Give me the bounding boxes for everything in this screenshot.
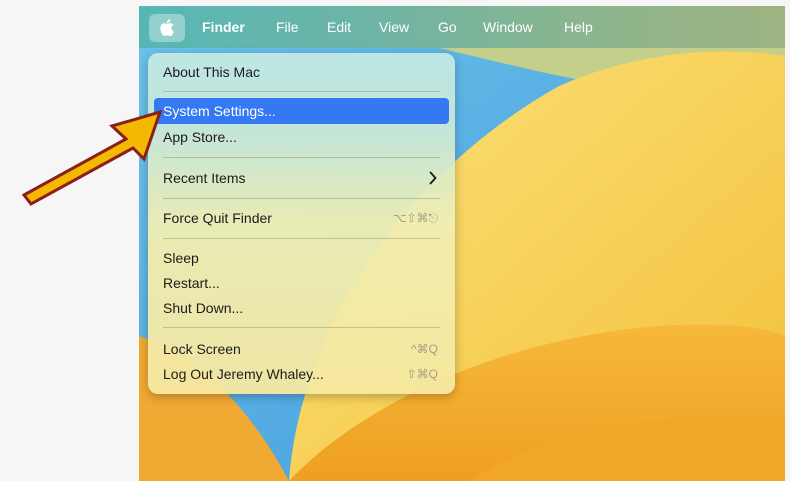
annotation-arrow <box>21 109 163 206</box>
screenshot-stage: Finder File Edit View Go Window Help Abo… <box>0 0 790 481</box>
